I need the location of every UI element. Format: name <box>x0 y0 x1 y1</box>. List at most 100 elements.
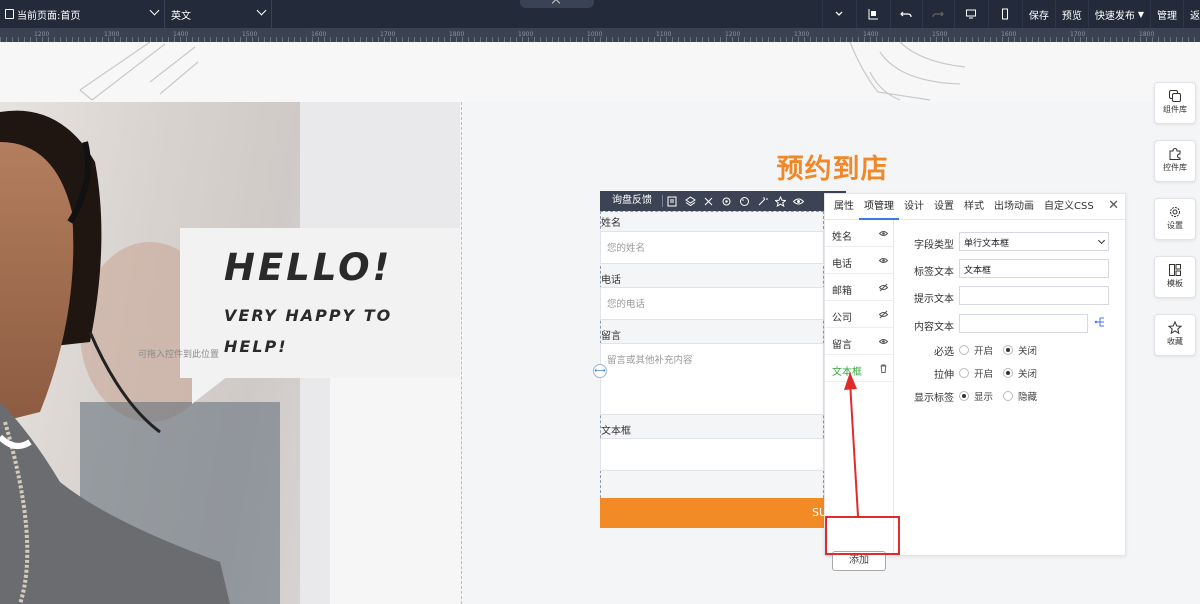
content-text-input[interactable] <box>959 314 1088 333</box>
required-on-radio[interactable]: 开启 <box>959 343 993 357</box>
field-item-label: 电话 <box>832 259 852 270</box>
chevron-down-icon <box>149 5 160 16</box>
field-item-company[interactable]: 公司 <box>825 301 893 328</box>
eye-icon[interactable] <box>789 191 807 211</box>
hide-label-radio[interactable]: 隐藏 <box>1003 389 1037 403</box>
field-item-textbox[interactable]: 文本框 <box>825 355 893 382</box>
radio-label: 开启 <box>974 346 994 357</box>
undo-button[interactable] <box>889 0 922 28</box>
phone-input[interactable]: 您的电话 <box>600 287 824 320</box>
happy-subheading: VERY HAPPY TO HELP! <box>224 306 393 356</box>
show-label-radio[interactable]: 显示 <box>959 389 993 403</box>
dock-label: 设置 <box>1167 221 1183 230</box>
radio-circle <box>1003 391 1013 401</box>
radio-label: 关闭 <box>1018 369 1038 380</box>
desktop-icon <box>966 9 977 19</box>
language-select[interactable]: 英文 <box>166 0 272 28</box>
radio-label: 显示 <box>974 392 994 403</box>
align-button[interactable] <box>855 0 890 28</box>
header-decoration <box>0 42 1200 102</box>
language-select-label: 英文 <box>171 10 191 22</box>
desktop-view-button[interactable] <box>953 0 988 28</box>
eye-off-icon[interactable] <box>879 310 888 319</box>
ruler-label: 1600 <box>1001 31 1017 38</box>
field-item-email[interactable]: 邮箱 <box>825 274 893 301</box>
collapse-button[interactable] <box>821 0 856 28</box>
tab-item-management[interactable]: 项管理 <box>859 194 899 220</box>
ruler-label: 1400 <box>173 31 189 38</box>
align-icon <box>868 9 879 20</box>
radio-circle <box>959 345 969 355</box>
drop-zone-hint: 可拖入控件到此位置 <box>138 350 220 360</box>
radio-label: 隐藏 <box>1018 392 1038 403</box>
tab-custom-css[interactable]: 自定义CSS <box>1039 194 1099 220</box>
collapse-toggle[interactable] <box>520 0 594 8</box>
tab-properties[interactable]: 属性 <box>829 194 859 220</box>
hint-text-label: 提示文本 <box>914 294 954 305</box>
textbox-input[interactable] <box>600 438 824 471</box>
component-library-button[interactable]: 组件库 <box>1154 82 1196 124</box>
copy-icon <box>1169 90 1181 102</box>
magic-wand-icon[interactable] <box>753 191 771 211</box>
eye-icon[interactable] <box>879 229 888 238</box>
ruler-label: 1400 <box>863 31 879 38</box>
required-off-radio[interactable]: 关闭 <box>1003 343 1037 357</box>
form-toolbar-title[interactable]: 询盘反馈 <box>600 195 663 207</box>
redo-icon <box>932 11 945 18</box>
field-item-name[interactable]: 姓名 <box>825 220 893 247</box>
layers-icon[interactable] <box>681 191 699 211</box>
radio-circle-selected <box>1003 345 1013 355</box>
ruler-label: 1100 <box>656 31 672 38</box>
mobile-view-button[interactable] <box>987 0 1022 28</box>
templates-button[interactable]: 模板 <box>1154 256 1196 298</box>
label-text-input[interactable]: 文本框 <box>959 259 1109 278</box>
chevron-down-icon <box>835 11 843 16</box>
message-label: 留言 <box>601 331 621 342</box>
widget-library-button[interactable]: 控件库 <box>1154 140 1196 182</box>
required-label: 必选 <box>934 347 954 358</box>
stretch-on-radio[interactable]: 开启 <box>959 366 993 380</box>
tab-design[interactable]: 设计 <box>899 194 929 220</box>
field-type-select[interactable]: 单行文本框 <box>959 232 1109 251</box>
eye-icon[interactable] <box>879 256 888 265</box>
ruler-label: 1200 <box>34 31 50 38</box>
page-select[interactable]: 当前页面:首页 <box>0 0 165 28</box>
close-icon[interactable]: ✕ <box>1108 199 1119 213</box>
field-item-message[interactable]: 留言 <box>825 328 893 355</box>
hint-text-input[interactable] <box>959 286 1109 305</box>
tools-icon[interactable] <box>699 191 717 211</box>
stretch-off-radio[interactable]: 关闭 <box>1003 366 1037 380</box>
preview-button[interactable]: 预览 <box>1054 0 1088 28</box>
palette-icon[interactable] <box>735 191 753 211</box>
radio-label: 开启 <box>974 369 994 380</box>
manage-button[interactable]: 管理 <box>1150 0 1183 28</box>
message-textarea[interactable]: 留言或其他补充内容 <box>600 343 824 415</box>
eye-off-icon[interactable] <box>879 283 888 292</box>
redo-button[interactable] <box>921 0 954 28</box>
submit-button[interactable]: SU <box>600 498 824 528</box>
panel-tabs: 属性 项管理 设计 设置 样式 出场动画 自定义CSS ✕ <box>825 194 1125 220</box>
field-item-phone[interactable]: 电话 <box>825 247 893 274</box>
phone-label: 电话 <box>601 275 621 286</box>
resize-handle-icon[interactable]: ⟷ <box>593 364 607 378</box>
save-button[interactable]: 保存 <box>1021 0 1055 28</box>
tab-style[interactable]: 样式 <box>959 194 989 220</box>
gear-icon[interactable] <box>717 191 735 211</box>
ruler-label: 1200 <box>725 31 741 38</box>
eye-icon[interactable] <box>879 337 888 346</box>
tab-animation[interactable]: 出场动画 <box>989 194 1039 220</box>
trash-icon[interactable] <box>879 364 888 373</box>
name-input[interactable]: 您的姓名 <box>600 231 824 264</box>
back-button[interactable]: 返 <box>1183 0 1200 28</box>
favorites-button[interactable]: 收藏 <box>1154 314 1196 356</box>
tree-structure-icon[interactable] <box>1094 316 1106 328</box>
dock-label: 控件库 <box>1163 163 1187 172</box>
horizontal-ruler: 1200 1300 1400 1500 1600 1700 1800 1900 … <box>0 28 1200 42</box>
publish-button[interactable]: 快速发布 ▼ <box>1087 0 1150 28</box>
settings-button[interactable]: 设置 <box>1154 198 1196 240</box>
radio-label: 关闭 <box>1018 346 1038 357</box>
star-icon[interactable] <box>771 191 789 211</box>
undo-icon <box>900 11 912 18</box>
tab-settings[interactable]: 设置 <box>929 194 959 220</box>
edit-icon[interactable] <box>663 191 681 211</box>
